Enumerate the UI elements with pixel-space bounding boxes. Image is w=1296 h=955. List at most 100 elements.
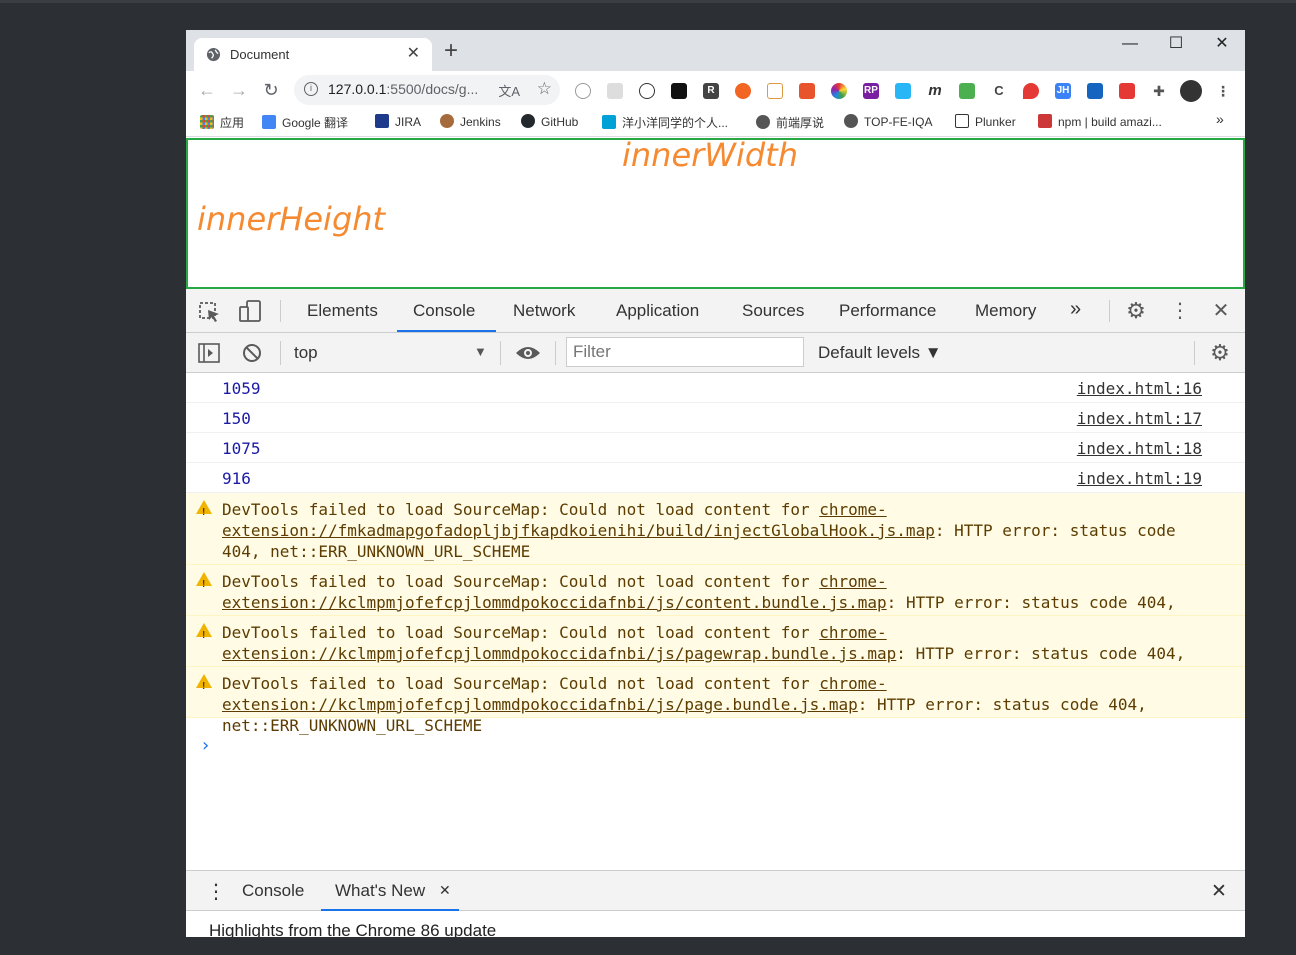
separator	[280, 300, 281, 322]
console-prompt-icon[interactable]: ›	[200, 735, 211, 756]
extension-icon[interactable]	[575, 83, 591, 99]
log-value: 150	[222, 409, 251, 428]
maximize-button[interactable]: ☐	[1156, 34, 1196, 54]
source-link[interactable]: index.html:16	[1077, 379, 1202, 398]
drawer-tab-close-icon[interactable]: ✕	[439, 882, 451, 899]
page-viewport: innerWidth innerHeight	[186, 136, 1245, 289]
bookmark-label: 洋小洋同学的个人...	[622, 116, 729, 130]
log-levels-dropdown[interactable]: Default levels ▼	[818, 343, 942, 363]
console-warning-row: DevTools failed to load SourceMap: Could…	[186, 565, 1245, 633]
reload-button[interactable]: ↻	[260, 79, 282, 101]
tab-close-icon[interactable]: ✕	[407, 44, 420, 64]
new-tab-button[interactable]: +	[444, 38, 458, 64]
extension-icon[interactable]	[831, 83, 847, 99]
extension-icon[interactable]: JH	[1055, 83, 1071, 99]
bookmark-label: 应用	[220, 116, 245, 130]
extension-icon[interactable]: R	[703, 83, 719, 99]
extension-icon[interactable]	[959, 83, 975, 99]
console-settings-gear-icon[interactable]: ⚙	[1208, 342, 1232, 364]
console-log-row: 1059 index.html:16	[186, 373, 1245, 403]
bookmark-item[interactable]: 前端厚说	[756, 114, 824, 131]
globe-icon	[756, 115, 770, 129]
drawer-menu-icon[interactable]: ⋮	[206, 879, 226, 904]
clear-console-icon[interactable]	[242, 343, 262, 363]
extension-icon[interactable]: RP	[863, 83, 879, 99]
close-drawer-icon[interactable]: ✕	[1211, 880, 1227, 903]
bookmark-item[interactable]: 应用	[200, 114, 244, 131]
log-value: 1059	[222, 379, 261, 398]
kebab-menu-icon[interactable]: ⋮	[1168, 300, 1192, 322]
tab-elements[interactable]: Elements	[307, 301, 378, 321]
eye-icon[interactable]	[515, 345, 541, 361]
filter-input[interactable]	[566, 337, 804, 367]
forward-button[interactable]: →	[228, 79, 250, 101]
console-messages: 1059 index.html:16 150 index.html:17 107…	[186, 373, 1245, 756]
extension-icon[interactable]	[607, 83, 623, 99]
bookmark-item[interactable]: Plunker	[955, 114, 1016, 129]
extension-icon[interactable]	[799, 83, 815, 99]
bookmark-item[interactable]: TOP-FE-IQA	[844, 114, 932, 129]
source-link[interactable]: index.html:17	[1077, 409, 1202, 428]
context-selector[interactable]: top	[294, 343, 318, 363]
extension-icon[interactable]	[895, 83, 911, 99]
jenkins-icon	[440, 114, 454, 128]
bookmark-item[interactable]: GitHub	[521, 114, 578, 129]
extension-icon[interactable]	[671, 83, 687, 99]
bookmarks-bar: 应用 Google 翻译 JIRA Jenkins GitHub 洋小洋同学的个…	[186, 109, 1245, 137]
inspect-element-icon[interactable]	[198, 301, 222, 323]
puzzle-icon[interactable]: ✚	[1151, 83, 1167, 99]
tab-document[interactable]: Document ✕	[194, 38, 432, 71]
drawer-tab-whats-new[interactable]: What's New	[335, 881, 425, 901]
bookmark-item[interactable]: Jenkins	[440, 114, 501, 129]
device-toolbar-icon[interactable]	[238, 299, 262, 323]
extension-icon[interactable]: C	[991, 83, 1007, 99]
console-log-row: 916 index.html:19	[186, 463, 1245, 493]
menu-icon[interactable]: ⋮	[1215, 83, 1231, 99]
bookmark-star-icon[interactable]: ☆	[537, 79, 552, 99]
bookmark-item[interactable]: 洋小洋同学的个人...	[602, 114, 728, 131]
tab-network[interactable]: Network	[513, 301, 575, 321]
chevron-down-icon[interactable]: ▼	[474, 344, 487, 359]
tab-application[interactable]: Application	[616, 301, 699, 321]
bilibili-icon	[602, 115, 616, 129]
back-button[interactable]: ←	[196, 79, 218, 101]
minimize-button[interactable]: —	[1110, 34, 1150, 54]
bookmark-label: npm | build amazi...	[1058, 115, 1162, 129]
console-warning-row: DevTools failed to load SourceMap: Could…	[186, 667, 1245, 735]
tab-console[interactable]: Console	[413, 301, 475, 321]
address-bar[interactable]: i 127.0.0.1:5500/docs/g... 文A ☆	[294, 75, 560, 105]
tab-sources[interactable]: Sources	[742, 301, 804, 321]
more-tabs-button[interactable]: »	[1070, 298, 1081, 321]
google-translate-icon	[262, 115, 276, 129]
extension-icon[interactable]: m	[927, 83, 943, 99]
tab-strip: Document ✕ + — ☐ ✕	[186, 30, 1245, 71]
separator	[500, 341, 501, 365]
url-text: 127.0.0.1:5500/docs/g...	[328, 81, 478, 97]
translate-icon[interactable]: 文A	[498, 81, 520, 100]
close-window-button[interactable]: ✕	[1202, 34, 1242, 54]
extension-icon[interactable]	[1023, 83, 1039, 99]
whats-new-headline: Highlights from the Chrome 86 update	[209, 921, 497, 937]
info-icon[interactable]: i	[304, 82, 318, 96]
extension-icon[interactable]	[1119, 83, 1135, 99]
extension-icon[interactable]	[1087, 83, 1103, 99]
extension-icon[interactable]	[735, 83, 751, 99]
source-link[interactable]: index.html:19	[1077, 469, 1202, 488]
bookmark-label: TOP-FE-IQA	[864, 115, 933, 129]
extension-icon[interactable]	[767, 83, 783, 99]
source-link[interactable]: index.html:18	[1077, 439, 1202, 458]
close-devtools-icon[interactable]: ✕	[1209, 300, 1233, 322]
bookmark-item[interactable]: npm | build amazi...	[1038, 114, 1162, 129]
tab-memory[interactable]: Memory	[975, 301, 1036, 321]
avatar[interactable]	[1180, 80, 1202, 102]
extension-icon[interactable]	[639, 83, 655, 99]
url-host: 127.0.0.1	[328, 81, 387, 97]
bookmarks-more-button[interactable]: »	[1216, 111, 1224, 127]
settings-gear-icon[interactable]: ⚙	[1124, 300, 1148, 322]
url-path: :5500/docs/g...	[386, 81, 479, 97]
bookmark-item[interactable]: JIRA	[375, 114, 421, 129]
bookmark-item[interactable]: Google 翻译	[262, 114, 348, 131]
sidebar-toggle-icon[interactable]	[198, 343, 220, 363]
drawer-tab-console[interactable]: Console	[242, 881, 304, 901]
tab-performance[interactable]: Performance	[839, 301, 936, 321]
